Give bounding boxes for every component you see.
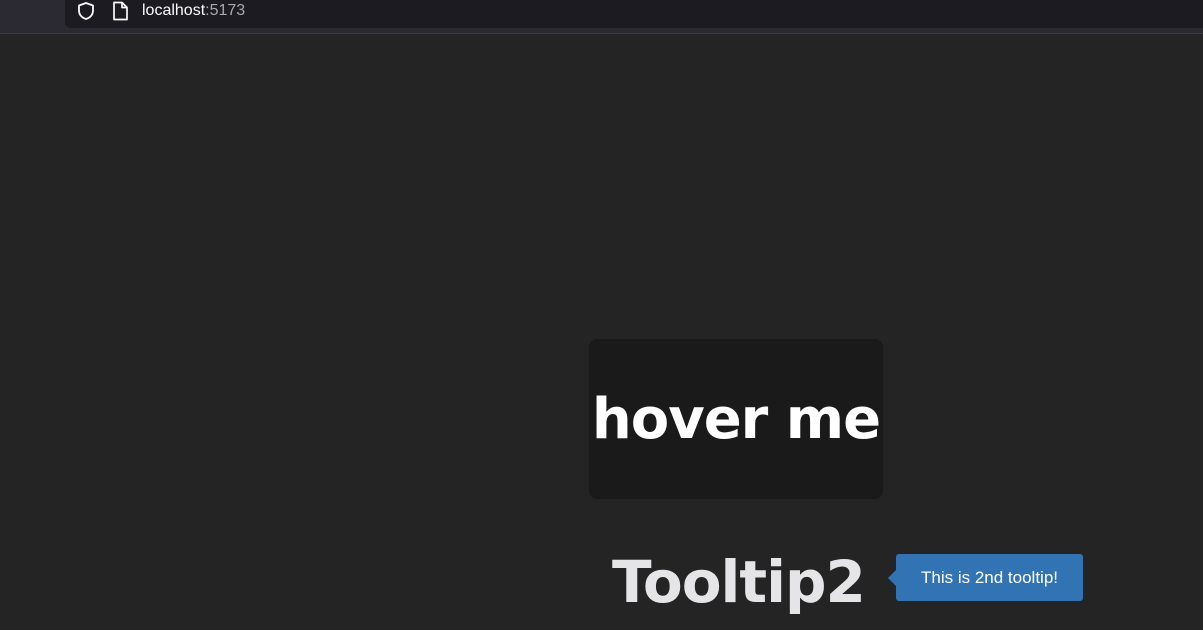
- tooltip2-heading[interactable]: Tooltip2: [612, 544, 866, 620]
- url-host: localhost: [142, 2, 206, 19]
- url-text[interactable]: localhost:5173: [142, 1, 245, 21]
- page-icon: [113, 1, 128, 21]
- tooltip: This is 2nd tooltip!: [896, 554, 1083, 601]
- shield-icon[interactable]: [76, 1, 96, 21]
- tooltip-arrow: [888, 570, 896, 586]
- url-port: :5173: [205, 2, 246, 19]
- address-bar[interactable]: localhost:5173: [65, 0, 1203, 28]
- browser-toolbar: localhost:5173: [0, 0, 1203, 34]
- hover-me-label: hover me: [591, 386, 881, 452]
- hover-me-box[interactable]: hover me: [589, 339, 883, 499]
